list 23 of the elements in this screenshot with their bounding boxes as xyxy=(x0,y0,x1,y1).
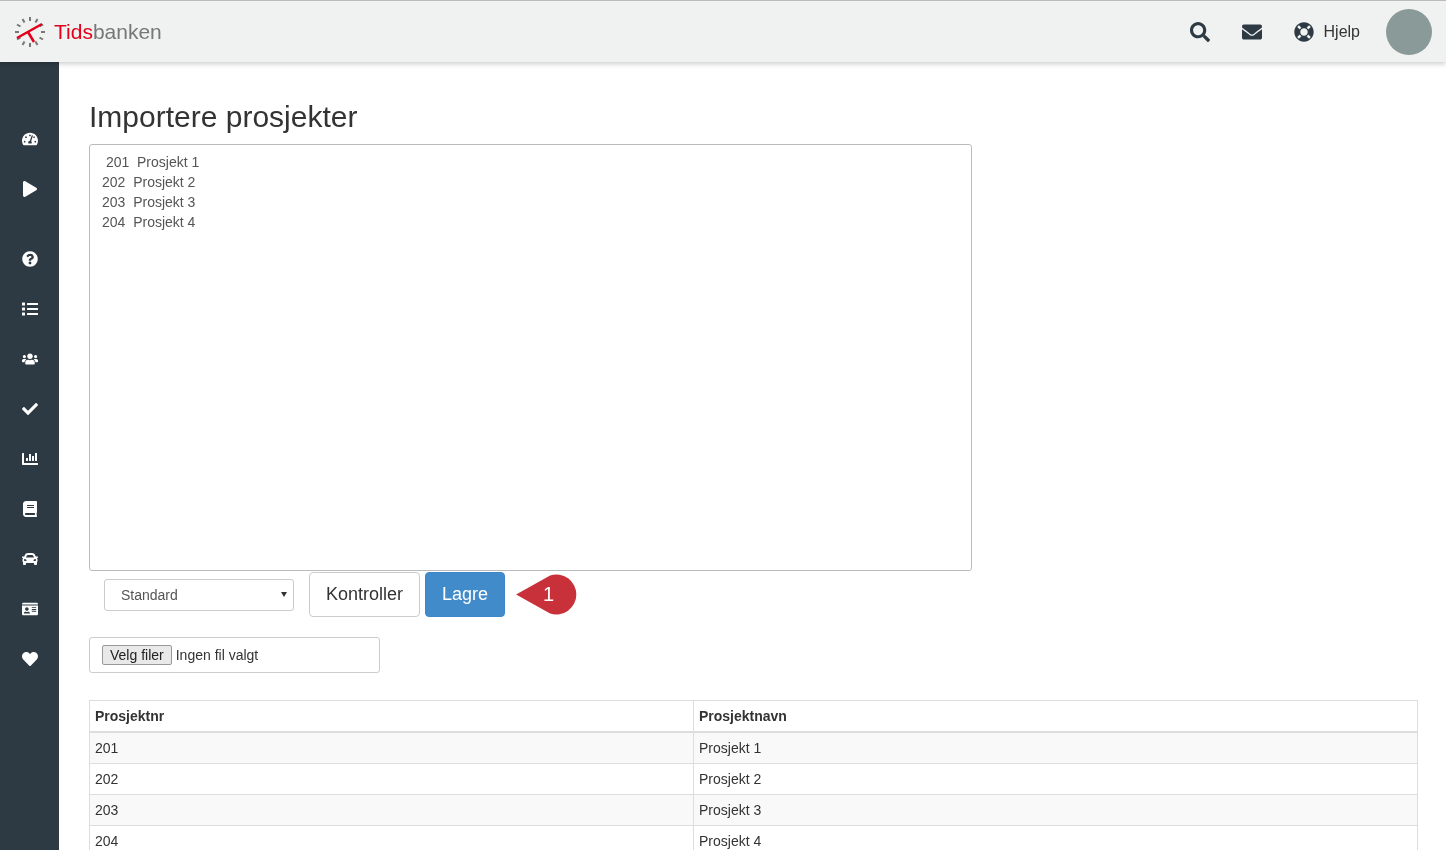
avatar[interactable] xyxy=(1386,8,1432,55)
table-cell: 203 xyxy=(89,794,694,826)
import-text-field[interactable]: 201 Prosjekt 1 202 Prosjekt 2 203 Prosjekt 3 204 Prosjekt 4 xyxy=(89,144,972,571)
table-cell: 204 xyxy=(89,825,694,850)
choose-files-button[interactable]: Velg filer xyxy=(102,645,172,665)
logo[interactable]: Tidsbanken xyxy=(14,15,162,48)
check-button[interactable]: Kontroller xyxy=(309,572,421,617)
file-status: Ingen fil valgt xyxy=(175,647,259,663)
table-cell: 202 xyxy=(89,763,694,795)
file-input[interactable]: Velg filer Ingen fil valgt xyxy=(89,637,380,673)
table-cell: Prosjekt 4 xyxy=(693,825,1418,850)
logo-text: Tidsbanken xyxy=(54,19,162,44)
table-cell: Prosjekt 3 xyxy=(693,794,1418,826)
table-cell: 201 xyxy=(89,732,694,764)
search-icon[interactable] xyxy=(1189,21,1210,42)
format-select[interactable]: Standard xyxy=(104,578,294,611)
help-link[interactable]: Hjelp xyxy=(1293,21,1360,42)
save-button[interactable]: Lagre xyxy=(425,572,506,617)
page-title: Importere prosjekter xyxy=(89,100,359,134)
table-cell: Prosjekt 1 xyxy=(693,732,1418,764)
table-cell: Prosjekt 2 xyxy=(693,763,1418,795)
clock-logo-icon xyxy=(14,15,46,48)
lifebuoy-icon xyxy=(1293,21,1314,42)
